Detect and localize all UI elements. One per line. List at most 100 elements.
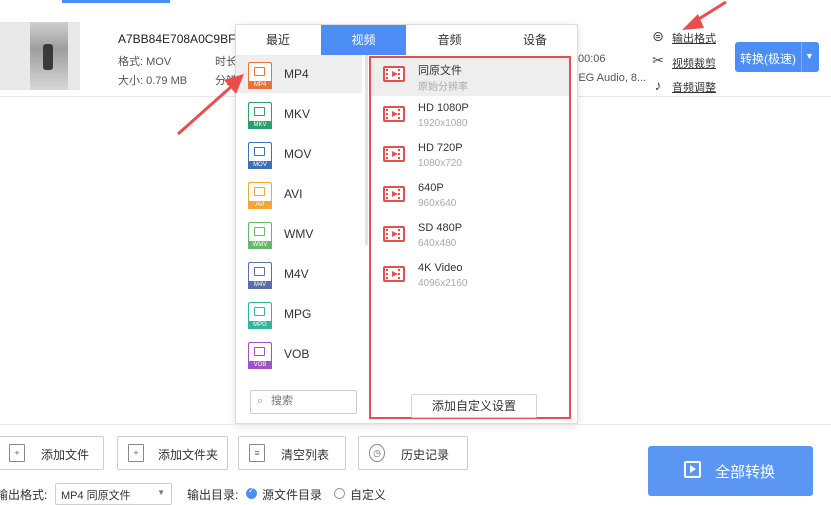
format-name: MKV [284, 107, 311, 121]
format-name: VOB [284, 347, 310, 361]
resolution-item[interactable]: 4K Video 4096x2160 [371, 258, 569, 296]
convert-button-divider [801, 42, 802, 72]
video-crop-link[interactable]: 视频裁剪 [672, 55, 716, 71]
output-format-link[interactable]: 输出格式 [672, 30, 716, 46]
clear-list-label: 清空列表 [281, 448, 330, 462]
output-format-label: 输出格式: [0, 488, 48, 502]
format-item-m4v[interactable]: M4V M4V [236, 255, 362, 293]
format-search[interactable]: ⌕ [250, 390, 357, 414]
add-file-label: 添加文件 [41, 448, 90, 462]
custom-dir-label: 自定义 [350, 488, 387, 502]
tab-device[interactable]: 设备 [493, 25, 577, 55]
chevron-down-icon: ▼ [157, 488, 165, 497]
film-icon [383, 226, 405, 242]
format-item-avi[interactable]: AVI AVI [236, 175, 362, 213]
resolution-item[interactable]: SD 480P 640x480 [371, 218, 569, 256]
play-icon [684, 461, 701, 478]
resolution-label: 分辨 [215, 75, 237, 87]
format-item-mkv[interactable]: MKV MKV [236, 95, 362, 133]
add-folder-icon: + [128, 444, 144, 462]
trash-icon: ≡ [249, 444, 265, 462]
chevron-down-icon[interactable]: ▼ [805, 51, 814, 61]
duration-value: 00:06 [578, 53, 606, 65]
format-item-mp4[interactable]: MP4 MP4 [236, 55, 362, 93]
mov-file-icon: MOV [248, 142, 272, 169]
film-icon [383, 106, 405, 122]
tab-audio[interactable]: 音频 [407, 25, 492, 55]
radio-source-dir[interactable] [246, 486, 257, 499]
format-list-scrollbar[interactable] [365, 55, 368, 245]
clear-list-button[interactable]: ≡ 清空列表 [238, 436, 346, 470]
radio-custom-dir[interactable] [334, 488, 345, 499]
film-icon [383, 146, 405, 162]
convert-button[interactable]: 转换(极速) ▼ [735, 42, 819, 72]
film-icon [383, 186, 405, 202]
tab-video[interactable]: 视频 [321, 25, 406, 55]
resolution-item[interactable]: 同原文件 原始分辨率 [371, 58, 569, 96]
active-tab-indicator [62, 0, 170, 3]
resolution-name: HD 1080P [418, 102, 469, 114]
format-item-wmv[interactable]: WMV WMV [236, 215, 362, 253]
audio-adjust-link[interactable]: 音频调整 [672, 79, 716, 95]
resolution-name: HD 720P [418, 142, 463, 154]
resolution-dim: 1920x1080 [418, 118, 468, 129]
resolution-dim: 640x480 [418, 238, 457, 249]
add-custom-setting-button[interactable]: 添加自定义设置 [411, 394, 537, 418]
format-item-mov[interactable]: MOV MOV [236, 135, 362, 173]
format-item-mpg[interactable]: MPG MPG [236, 295, 362, 333]
source-dir-label: 源文件目录 [262, 488, 323, 502]
resolution-name: 4K Video [418, 262, 463, 274]
format-name: AVI [284, 187, 303, 201]
history-button[interactable]: ◷ 历史记录 [358, 436, 468, 470]
mp4-file-icon: MP4 [248, 62, 272, 89]
audio-adjust-icon: ♪ [654, 77, 662, 93]
resolution-item[interactable]: HD 1080P 1920x1080 [371, 98, 569, 136]
convert-all-label: 全部转换 [715, 464, 776, 481]
format-list: MP4 MP4 MKV MKV MOV MOV AVI AVI WMV WMV … [236, 55, 362, 375]
mpg-file-icon: MPG [248, 302, 272, 329]
history-label: 历史记录 [401, 448, 450, 462]
clock-icon: ◷ [369, 444, 385, 462]
file-format: 格式: MOV [118, 56, 172, 68]
search-input[interactable] [271, 393, 351, 409]
mkv-file-icon: MKV [248, 102, 272, 129]
duration-label: 时长 [215, 56, 237, 68]
tab-recent[interactable]: 最近 [236, 25, 320, 55]
format-item-vob[interactable]: VOB VOB [236, 335, 362, 373]
resolution-name: 640P [418, 182, 444, 194]
file-name: A7BB84E708A0C9BF2D [118, 32, 251, 46]
resolution-dim: 1080x720 [418, 158, 462, 169]
resolution-name: 同原文件 [418, 65, 462, 77]
file-size: 大小: 0.79 MB [118, 75, 188, 87]
bottom-separator [0, 424, 831, 425]
resolution-item[interactable]: 640P 960x640 [371, 178, 569, 216]
convert-button-label: 转换(极速) [740, 52, 796, 66]
resolution-panel: 同原文件 原始分辨率 HD 1080P 1920x1080 HD 720P 10… [369, 56, 571, 419]
format-popup: 最近 视频 音频 设备 MP4 MP4 MKV MKV MOV MOV AVI … [235, 24, 578, 424]
format-name: WMV [284, 227, 314, 241]
add-file-icon: + [9, 444, 25, 462]
resolution-dim: 原始分辨率 [418, 82, 468, 93]
format-name: MP4 [284, 67, 309, 81]
add-file-button[interactable]: + 添加文件 [0, 436, 104, 470]
avi-file-icon: AVI [248, 182, 272, 209]
add-folder-button[interactable]: + 添加文件夹 [117, 436, 228, 470]
vob-file-icon: VOB [248, 342, 272, 369]
video-thumbnail[interactable] [0, 22, 80, 90]
convert-all-button[interactable]: 全部转换 [648, 446, 813, 496]
output-format-icon: ⊜ [652, 28, 664, 44]
wmv-file-icon: WMV [248, 222, 272, 249]
resolution-name: SD 480P [418, 222, 463, 234]
add-folder-label: 添加文件夹 [158, 448, 219, 462]
format-name: MPG [284, 307, 312, 321]
film-icon [383, 266, 405, 282]
resolution-item[interactable]: HD 720P 1080x720 [371, 138, 569, 176]
output-dir-label: 输出目录: [187, 488, 239, 502]
search-icon: ⌕ [257, 395, 264, 407]
format-name: MOV [284, 147, 312, 161]
output-format-select[interactable]: MP4 同原文件 ▼ [55, 483, 172, 505]
resolution-dim: 960x640 [418, 198, 457, 209]
format-name: M4V [284, 267, 309, 281]
scissors-icon: ✂ [652, 52, 664, 68]
resolution-dim: 4096x2160 [418, 278, 468, 289]
